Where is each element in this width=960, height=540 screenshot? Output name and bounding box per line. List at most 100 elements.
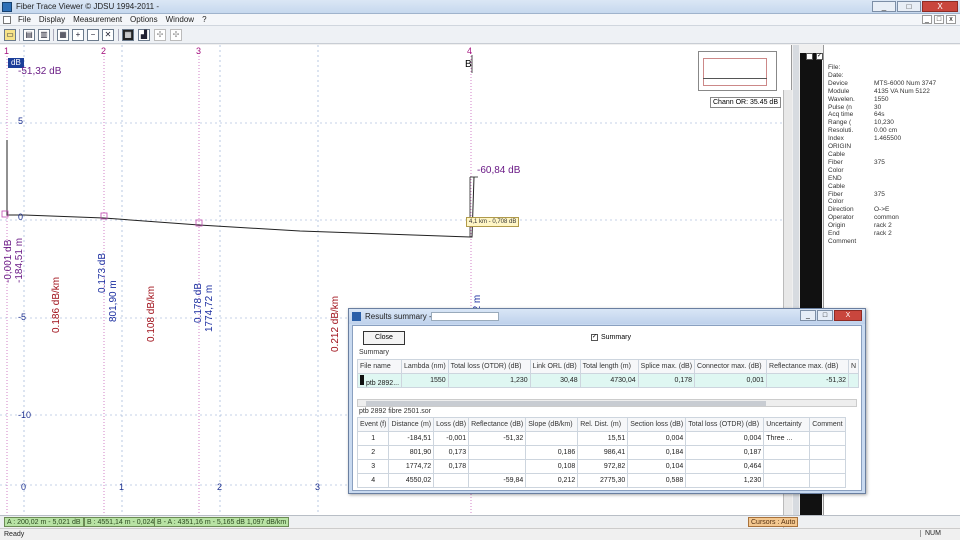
event-row[interactable]: 2 801,90 0,173 0,186 986,41 0,184 0,187 <box>356 445 846 460</box>
events-column-header[interactable]: Event (f) <box>356 417 390 432</box>
marker-number-2: 2 <box>101 46 107 56</box>
y-tick-5: 5 <box>18 116 24 126</box>
zoom-out-icon[interactable]: − <box>87 29 99 41</box>
info-row: Device MTS-6000 Num 3747 <box>828 80 936 88</box>
toolbar: ▭ ▤ ▥ ▦ + − ✕ ▦ ▟ ✣ ✣ <box>0 26 960 44</box>
event-1-loss-label: -0,001 dB <box>3 239 14 283</box>
menu-measurement[interactable]: Measurement <box>73 15 122 24</box>
events-column-header[interactable]: Comment <box>809 417 846 432</box>
event-row[interactable]: 4 4550,02 -59,84 0,212 2775,30 0,588 1,230 <box>356 473 846 488</box>
status-bar: Ready NUM <box>0 528 960 540</box>
print-icon[interactable]: ▤ <box>23 29 35 41</box>
info-show-checkbox[interactable]: ✓ <box>816 53 823 60</box>
maximize-button[interactable]: □ <box>897 1 921 12</box>
summary-column-header[interactable]: File name <box>356 359 403 374</box>
info-row: Pulse (n 30 <box>828 104 936 112</box>
info-row: END <box>828 175 936 183</box>
info-value: 375 <box>874 158 885 166</box>
dialog-minimize-button[interactable]: _ <box>800 310 816 321</box>
summary-cell: 0,001 <box>694 373 768 388</box>
event-cell-section-loss: 0,184 <box>627 445 687 460</box>
summary-horizontal-scrollbar[interactable] <box>357 399 857 407</box>
dialog-close-x-button[interactable]: X <box>834 310 862 321</box>
trace-line <box>6 140 475 238</box>
mdi-minimize-button[interactable]: _ <box>922 15 932 24</box>
info-value: 30 <box>874 103 882 111</box>
open-folder-icon[interactable]: ▭ <box>4 29 16 41</box>
menu-options[interactable]: Options <box>130 15 158 24</box>
info-row: Module 4135 VA Num 5122 <box>828 88 936 96</box>
zoom-in-icon[interactable]: + <box>72 29 84 41</box>
summary-toggle[interactable]: ✓ Summary <box>591 334 631 341</box>
marker-disabled-icon[interactable]: ✣ <box>170 29 182 41</box>
overlay-disabled-icon[interactable]: ✣ <box>154 29 166 41</box>
info-value: 0.00 cm <box>874 127 898 135</box>
events-column-header[interactable]: Distance (m) <box>388 417 435 432</box>
events-column-header[interactable]: Rel. Dist. (m) <box>577 417 629 432</box>
summary-column-header[interactable]: Reflectance max. (dB) <box>766 359 850 374</box>
reference-db-label: -51,32 dB <box>18 66 62 77</box>
info-key: Cable <box>828 150 845 158</box>
events-column-header[interactable]: Total loss (OTDR) (dB) <box>685 417 765 432</box>
trace-overview-thumbnail[interactable] <box>698 51 777 91</box>
events-column-header[interactable]: Reflectance (dB) <box>468 417 527 432</box>
summary-column-header[interactable]: Total loss (OTDR) (dB) <box>447 359 531 374</box>
cursor-mode-button[interactable]: Cursors : Auto <box>748 517 799 527</box>
marker-number-4: 4 <box>467 46 473 56</box>
event-cell-reflectance <box>468 445 527 460</box>
summary-column-header[interactable]: Link ORL (dB) <box>529 359 581 374</box>
window-title: Fiber Trace Viewer © JDSU 1994-2011 - <box>16 2 159 11</box>
summary-column-header[interactable]: N <box>848 359 860 374</box>
events-column-header[interactable]: Uncertainty <box>763 417 811 432</box>
event-cell-loss: 0,173 <box>433 445 470 460</box>
event-cell-num: 1 <box>356 431 390 446</box>
info-key: Fiber <box>828 158 843 166</box>
cursor-b-label[interactable]: B <box>465 59 472 70</box>
document-icon[interactable] <box>3 16 11 24</box>
info-key: Index <box>828 135 844 143</box>
marker-number-3: 3 <box>196 46 202 56</box>
info-row: End rack 2 <box>828 230 936 238</box>
print-preview-icon[interactable]: ▥ <box>38 29 50 41</box>
table-view-icon[interactable]: ▦ <box>122 29 134 41</box>
summary-column-header[interactable]: Lambda (nm) <box>401 359 449 374</box>
info-row: Comment <box>828 238 936 246</box>
summary-column-header[interactable]: Total length (m) <box>579 359 639 374</box>
events-column-header[interactable]: Loss (dB) <box>433 417 470 432</box>
app-logo-icon <box>2 2 12 12</box>
events-column-header[interactable]: Section loss (dB) <box>627 417 687 432</box>
info-select-checkbox[interactable] <box>806 53 813 60</box>
menu-help[interactable]: ? <box>202 15 206 24</box>
overview-zoom-box[interactable] <box>703 58 767 86</box>
summary-column-header[interactable]: Splice max. (dB) <box>637 359 696 374</box>
menu-file[interactable]: File <box>18 15 31 24</box>
minimize-button[interactable]: _ <box>872 1 896 12</box>
event-row[interactable]: 1 -184,51 -0,001 -51,32 15,51 0,004 0,004 Three… <box>356 431 846 446</box>
full-scale-icon[interactable]: ✕ <box>102 29 114 41</box>
summary-checkbox[interactable]: ✓ <box>591 334 598 341</box>
close-window-button[interactable]: X <box>922 1 958 12</box>
scrollbar-thumb[interactable] <box>366 401 766 406</box>
cursor-ba-readout: B - A : 4351,16 m - 5,165 dB 1,097 dB/km <box>154 517 290 527</box>
menu-display[interactable]: Display <box>39 15 65 24</box>
summary-row[interactable]: ptb 2892... 1550 1,230 30,48 4730,04 0,178 0,0… <box>356 373 860 388</box>
trace-view-icon[interactable]: ▟ <box>138 29 150 41</box>
mdi-restore-button[interactable]: □ <box>934 15 944 24</box>
summary-column-header[interactable]: Connector max. (dB) <box>694 359 768 374</box>
events-column-header[interactable]: Slope (dB/km) <box>525 417 579 432</box>
info-key: Resoluti. <box>828 127 854 135</box>
event-cell-section-loss: 0,004 <box>627 431 687 446</box>
event-row[interactable]: 3 1774,72 0,178 0,108 972,82 0,104 0,464 <box>356 459 846 474</box>
mdi-close-button[interactable]: x <box>946 15 956 24</box>
info-value: 4135 VA Num 5122 <box>874 87 930 95</box>
event-cell-uncertainty <box>763 459 811 474</box>
x-tick-3: 3 <box>315 482 321 492</box>
info-key: Date: <box>828 71 844 79</box>
y-tick-minus10: -10 <box>18 410 32 420</box>
menu-window[interactable]: Window <box>166 15 194 24</box>
dialog-maximize-button[interactable]: □ <box>817 310 833 321</box>
close-button[interactable]: Close <box>363 331 405 345</box>
zoom-grid-icon[interactable]: ▦ <box>57 29 69 41</box>
event-cell-rel-dist: 2775,30 <box>577 473 629 488</box>
dialog-title-bar[interactable]: Results summary - _ □ X <box>349 309 865 324</box>
